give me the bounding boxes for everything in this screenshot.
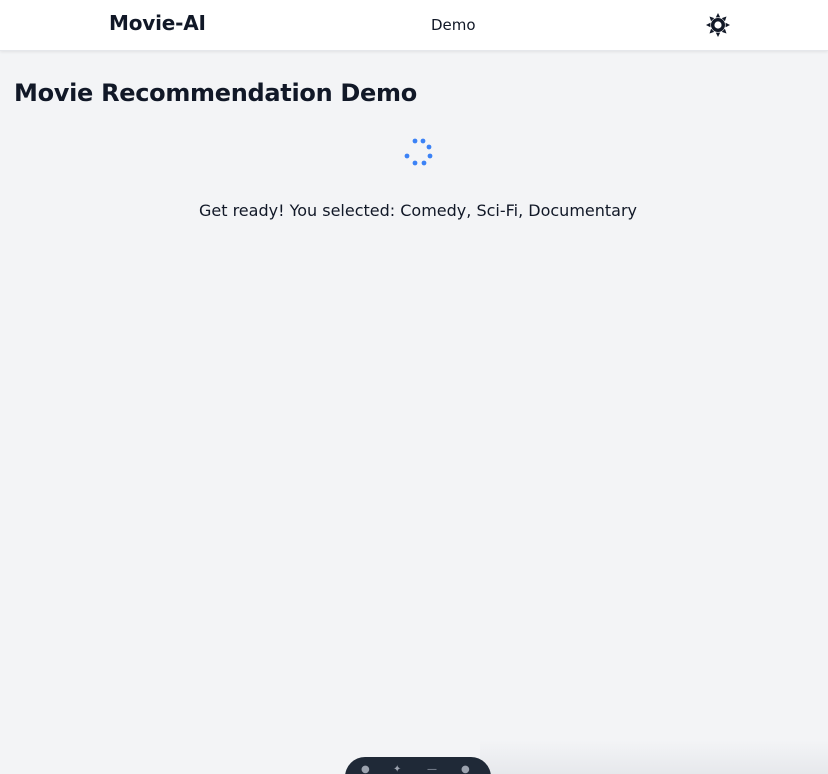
nav-link-demo[interactable]: Demo <box>431 16 476 34</box>
toolbar-icon[interactable]: ✦ <box>393 765 405 774</box>
app-page: Movie-AI Demo Movie Recommendation Demo <box>0 0 828 774</box>
brand-logo-link[interactable]: Movie-AI <box>109 11 206 35</box>
top-navbar: Movie-AI Demo <box>0 0 828 51</box>
page-title: Movie Recommendation Demo <box>14 79 417 107</box>
bottom-edge-shadow <box>480 740 828 774</box>
toolbar-icon[interactable]: — <box>427 765 439 774</box>
toolbar-icon[interactable]: ● <box>361 765 373 774</box>
loading-status-text: Get ready! You selected: Comedy, Sci-Fi,… <box>198 201 638 220</box>
spinner-icon <box>404 138 433 166</box>
toolbar-icon[interactable]: ● <box>461 765 473 774</box>
floating-toolbar[interactable]: ● ✦ — ● <box>345 757 491 774</box>
sun-icon <box>706 13 730 37</box>
theme-toggle-button[interactable] <box>705 12 731 38</box>
